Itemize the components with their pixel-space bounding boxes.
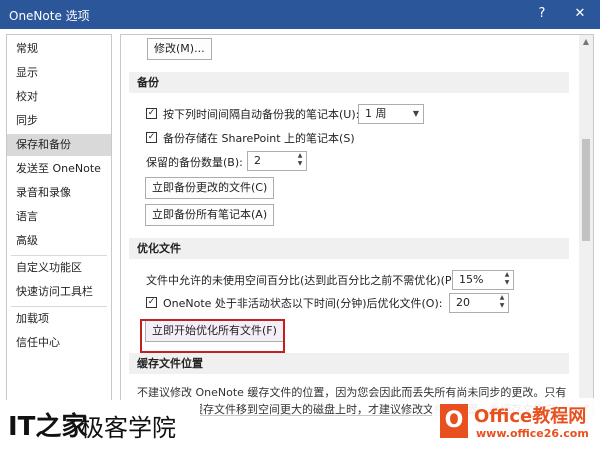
sidebar-item-addins[interactable]: 加载项 xyxy=(7,308,111,330)
optimize-section-heading: 优化文件 xyxy=(129,238,569,259)
content-scrollbar[interactable]: ▲ ▼ xyxy=(579,35,593,415)
options-content: 修改(M)... 备份 ✓ 按下列时间间隔自动备份我的笔记本(U): 1 周 ▼… xyxy=(120,34,594,416)
inactive-minutes-spinner[interactable]: 20 ▲ ▼ xyxy=(449,293,509,313)
sidebar-divider xyxy=(11,255,107,256)
office-badge-title: Office教程网 xyxy=(474,406,587,427)
chevron-down-icon: ▼ xyxy=(412,109,419,118)
unused-space-label: 文件中允许的未使用空间百分比(达到此百分比之前不需优化)(P): xyxy=(146,274,460,287)
auto-backup-checkbox[interactable]: ✓ xyxy=(146,108,157,119)
sidebar-item-advanced[interactable]: 高级 xyxy=(7,230,111,252)
inactive-optimize-checkbox[interactable]: ✓ xyxy=(146,297,157,308)
watermark-site-name: 极客学院 xyxy=(80,414,176,442)
window-title: OneNote 选项 xyxy=(9,9,90,23)
backup-count-spinner[interactable]: 2 ▲ ▼ xyxy=(247,151,307,171)
optimize-button-highlight xyxy=(140,319,285,353)
watermark-logo: IT之家 xyxy=(8,412,88,442)
title-bar: OneNote 选项 ? ✕ xyxy=(0,0,600,29)
help-button[interactable]: ? xyxy=(530,3,554,25)
watermark-banner: IT之家 极客学院 xyxy=(0,400,200,453)
inactive-minutes-value: 20 xyxy=(456,296,470,309)
sidebar-item-display[interactable]: 显示 xyxy=(7,62,111,84)
unused-space-value: 15% xyxy=(459,273,484,286)
sidebar-divider xyxy=(11,306,107,307)
close-button[interactable]: ✕ xyxy=(568,3,592,25)
sidebar-item-general[interactable]: 常规 xyxy=(7,38,111,60)
sidebar-item-sync[interactable]: 同步 xyxy=(7,110,111,132)
spinner-arrows-icon[interactable]: ▲ ▼ xyxy=(294,152,306,170)
sidebar-item-trust-center[interactable]: 信任中心 xyxy=(7,332,111,354)
modify-button[interactable]: 修改(M)... xyxy=(147,38,212,60)
sharepoint-backup-checkbox[interactable]: ✓ xyxy=(146,132,157,143)
dialog-body: 常规 显示 校对 同步 保存和备份 发送至 OneNote 录音和录像 语言 高… xyxy=(0,29,600,453)
backup-interval-value: 1 周 xyxy=(365,107,387,120)
backup-interval-select[interactable]: 1 周 ▼ xyxy=(358,104,424,124)
options-sidebar: 常规 显示 校对 同步 保存和备份 发送至 OneNote 录音和录像 语言 高… xyxy=(6,34,112,416)
backup-all-button[interactable]: 立即备份所有笔记本(A) xyxy=(145,204,275,226)
sidebar-item-audio-video[interactable]: 录音和录像 xyxy=(7,182,111,204)
office-badge: O Office教程网 www.office26.com xyxy=(432,398,600,453)
scrollbar-thumb[interactable] xyxy=(582,139,590,241)
auto-backup-label: 按下列时间间隔自动备份我的笔记本(U): xyxy=(163,108,360,121)
sidebar-item-proofing[interactable]: 校对 xyxy=(7,86,111,108)
backup-count-value: 2 xyxy=(254,154,261,167)
spinner-arrows-icon[interactable]: ▲ ▼ xyxy=(501,271,513,289)
sidebar-item-customize-ribbon[interactable]: 自定义功能区 xyxy=(7,257,111,279)
sidebar-item-quick-access[interactable]: 快速访问工具栏 xyxy=(7,281,111,303)
sharepoint-backup-label: 备份存储在 SharePoint 上的笔记本(S) xyxy=(163,132,355,145)
scroll-up-icon[interactable]: ▲ xyxy=(579,35,593,49)
backup-section-heading: 备份 xyxy=(129,72,569,93)
office-badge-url: www.office26.com xyxy=(476,427,589,440)
sidebar-item-language[interactable]: 语言 xyxy=(7,206,111,228)
inactive-optimize-label: OneNote 处于非活动状态以下时间(分钟)后优化文件(O): xyxy=(163,297,443,310)
sidebar-item-send-to-onenote[interactable]: 发送至 OneNote xyxy=(7,158,111,180)
office-logo-icon: O xyxy=(440,404,468,438)
backup-changed-button[interactable]: 立即备份更改的文件(C) xyxy=(145,177,275,199)
cache-section-heading: 缓存文件位置 xyxy=(129,353,569,374)
sidebar-item-save-backup[interactable]: 保存和备份 xyxy=(7,134,111,156)
backup-count-label: 保留的备份数量(B): xyxy=(146,156,243,169)
unused-space-spinner[interactable]: 15% ▲ ▼ xyxy=(452,270,514,290)
spinner-arrows-icon[interactable]: ▲ ▼ xyxy=(496,294,508,312)
